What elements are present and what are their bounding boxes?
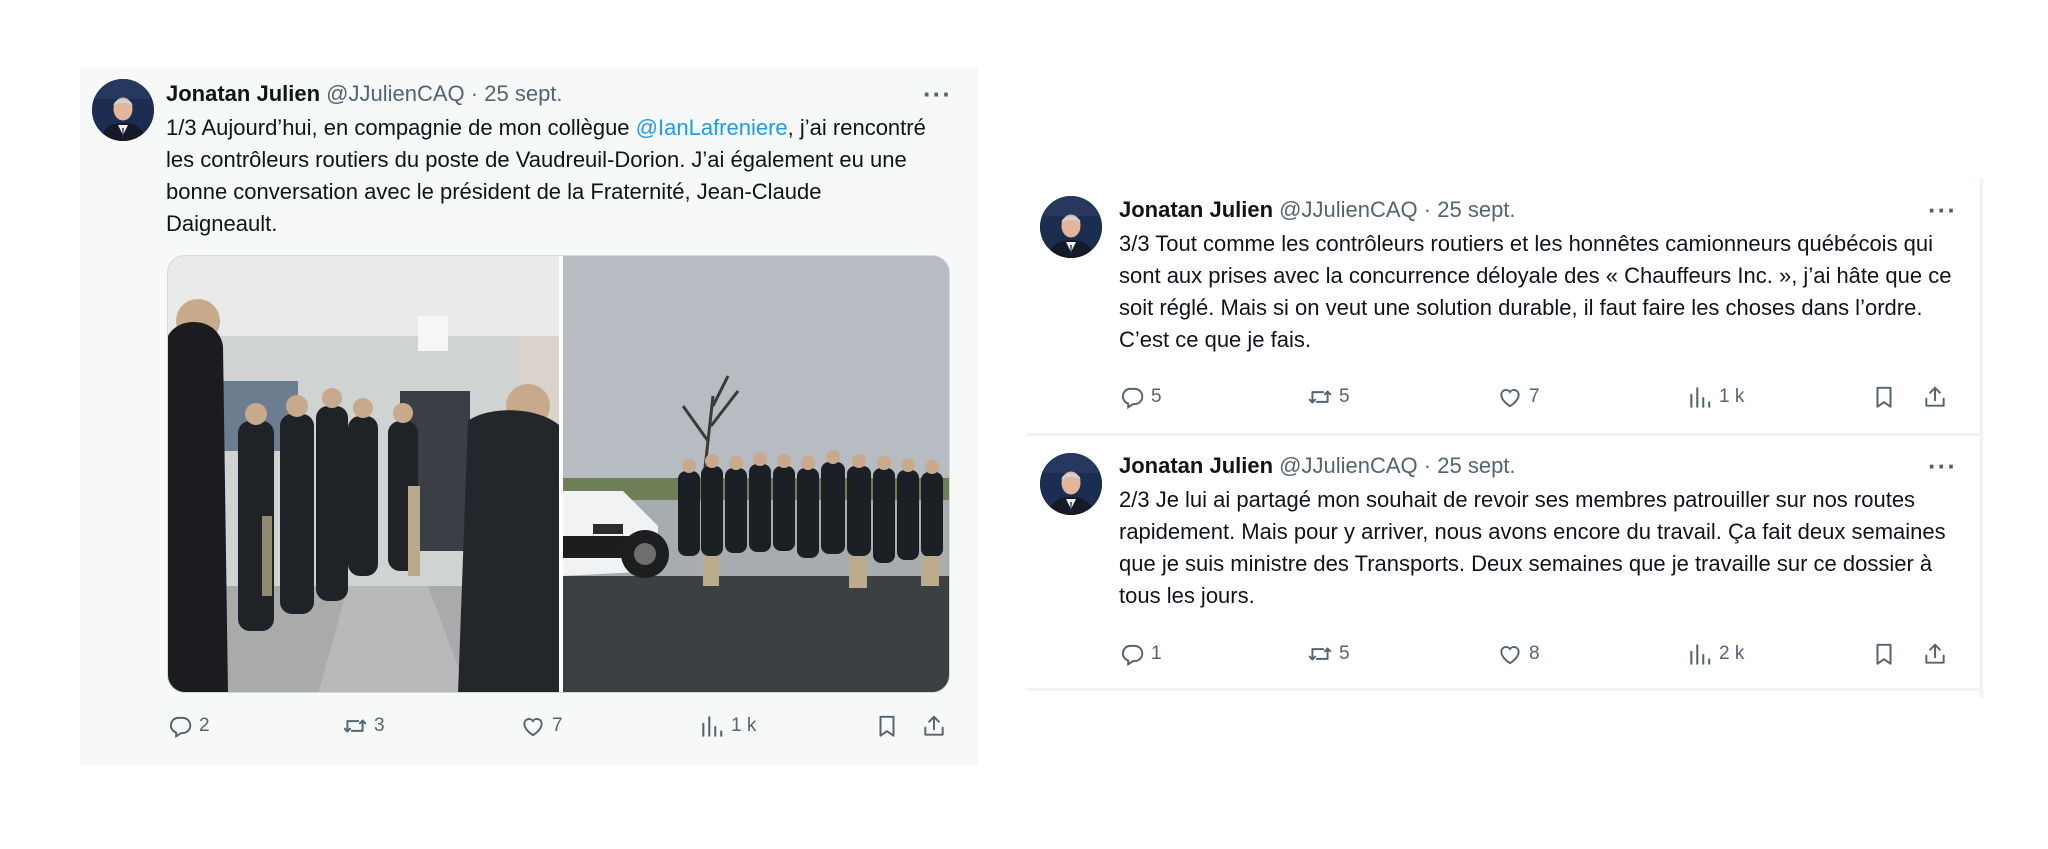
views-count: 2 k	[1719, 643, 1745, 664]
retweet-icon	[1307, 384, 1333, 410]
photo-indoor-image	[168, 256, 559, 692]
retweet-count: 3	[374, 715, 385, 736]
thread-card: Jonatan Julien @JJulienCAQ · 25 sept. ··…	[1027, 178, 1983, 698]
avatar-image	[1040, 196, 1102, 258]
views-count: 1 k	[1719, 386, 1745, 407]
retweet-icon	[342, 713, 368, 739]
author-name[interactable]: Jonatan Julien	[166, 81, 320, 106]
tweet-text: 1/3 Aujourd’hui, en compagnie de mon col…	[166, 112, 936, 240]
reply-count: 1	[1151, 643, 1162, 664]
reply-button[interactable]: 1	[1119, 639, 1162, 669]
tweet-divider	[1027, 688, 1983, 691]
more-options-button[interactable]: ···	[923, 81, 952, 107]
reply-button[interactable]: 2	[167, 711, 210, 741]
mention-link[interactable]: @IanLafreniere	[636, 115, 788, 140]
tweet-actions: 5 5 7 1 k	[1119, 382, 1959, 412]
views-icon	[1687, 641, 1713, 667]
tweet-actions: 2 3 7 1 k	[167, 711, 950, 741]
tweet-date[interactable]: 25 sept.	[1437, 197, 1515, 222]
more-options-button[interactable]: ···	[1928, 197, 1957, 223]
avatar-image	[1040, 453, 1102, 515]
retweet-button[interactable]: 3	[342, 711, 385, 741]
heart-icon	[1497, 384, 1523, 410]
views-icon	[1687, 384, 1713, 410]
photo-outdoor-image	[562, 256, 949, 692]
tweet-header: Jonatan Julien @JJulienCAQ · 25 sept.	[1119, 452, 1516, 480]
separator: ·	[1423, 453, 1432, 478]
heart-icon	[520, 713, 546, 739]
author-handle[interactable]: @JJulienCAQ	[1279, 197, 1418, 222]
share-button[interactable]	[1922, 382, 1954, 412]
tweet-text: 2/3 Je lui ai partagé mon souhait de rev…	[1119, 487, 1946, 608]
share-button[interactable]	[1922, 639, 1954, 669]
heart-icon	[1497, 641, 1523, 667]
views-icon	[699, 713, 725, 739]
tweet-divider	[1027, 433, 1983, 436]
bookmark-button[interactable]	[1871, 639, 1903, 669]
reply-icon	[167, 713, 193, 739]
tweet-header: Jonatan Julien @JJulienCAQ · 25 sept.	[1119, 196, 1516, 224]
reply-button[interactable]: 5	[1119, 382, 1162, 412]
tweet-date[interactable]: 25 sept.	[1437, 453, 1515, 478]
tweet-media[interactable]	[167, 255, 950, 693]
bookmark-button[interactable]	[874, 711, 906, 741]
reply-count: 2	[199, 715, 210, 736]
more-options-button[interactable]: ···	[1928, 453, 1957, 479]
views-button[interactable]: 2 k	[1687, 639, 1744, 669]
like-count: 7	[1529, 386, 1540, 407]
like-button[interactable]: 8	[1497, 639, 1540, 669]
views-button[interactable]: 1 k	[1687, 382, 1744, 412]
author-name[interactable]: Jonatan Julien	[1119, 453, 1273, 478]
tweet-header: Jonatan Julien @JJulienCAQ · 25 sept.	[166, 80, 563, 108]
tweet-date[interactable]: 25 sept.	[484, 81, 562, 106]
share-button[interactable]	[921, 711, 953, 741]
avatar[interactable]	[1040, 453, 1102, 515]
bookmark-icon	[1871, 641, 1897, 667]
author-handle[interactable]: @JJulienCAQ	[1279, 453, 1418, 478]
share-icon	[921, 713, 947, 739]
tweet-text-part: 1/3 Aujourd’hui, en compagnie de mon col…	[166, 115, 636, 140]
tweet-card[interactable]: Jonatan Julien @JJulienCAQ · 25 sept. ··…	[80, 68, 978, 765]
views-count: 1 k	[731, 715, 757, 736]
like-button[interactable]: 7	[1497, 382, 1540, 412]
reply-icon	[1119, 641, 1145, 667]
retweet-icon	[1307, 641, 1333, 667]
photo-outdoor[interactable]	[558, 256, 949, 692]
reply-count: 5	[1151, 386, 1162, 407]
tweet[interactable]: Jonatan Julien @JJulienCAQ · 25 sept. ··…	[1027, 178, 1980, 433]
retweet-count: 5	[1339, 386, 1350, 407]
share-icon	[1922, 384, 1948, 410]
photo-indoor[interactable]	[168, 256, 559, 692]
separator: ·	[1423, 197, 1432, 222]
separator: ·	[470, 81, 479, 106]
retweet-count: 5	[1339, 643, 1350, 664]
avatar[interactable]	[92, 79, 154, 141]
bookmark-button[interactable]	[1871, 382, 1903, 412]
author-name[interactable]: Jonatan Julien	[1119, 197, 1273, 222]
views-button[interactable]: 1 k	[699, 711, 756, 741]
bookmark-icon	[1871, 384, 1897, 410]
bookmark-icon	[874, 713, 900, 739]
retweet-button[interactable]: 5	[1307, 382, 1350, 412]
like-button[interactable]: 7	[520, 711, 563, 741]
tweet-actions: 1 5 8 2 k	[1119, 639, 1959, 669]
retweet-button[interactable]: 5	[1307, 639, 1350, 669]
like-count: 7	[552, 715, 563, 736]
like-count: 8	[1529, 643, 1540, 664]
avatar[interactable]	[1040, 196, 1102, 258]
tweet-text: 3/3 Tout comme les contrôleurs routiers …	[1119, 231, 1952, 352]
avatar-image	[92, 79, 154, 141]
share-icon	[1922, 641, 1948, 667]
tweet[interactable]: Jonatan Julien @JJulienCAQ · 25 sept. ··…	[1027, 436, 1980, 688]
author-handle[interactable]: @JJulienCAQ	[326, 81, 465, 106]
reply-icon	[1119, 384, 1145, 410]
